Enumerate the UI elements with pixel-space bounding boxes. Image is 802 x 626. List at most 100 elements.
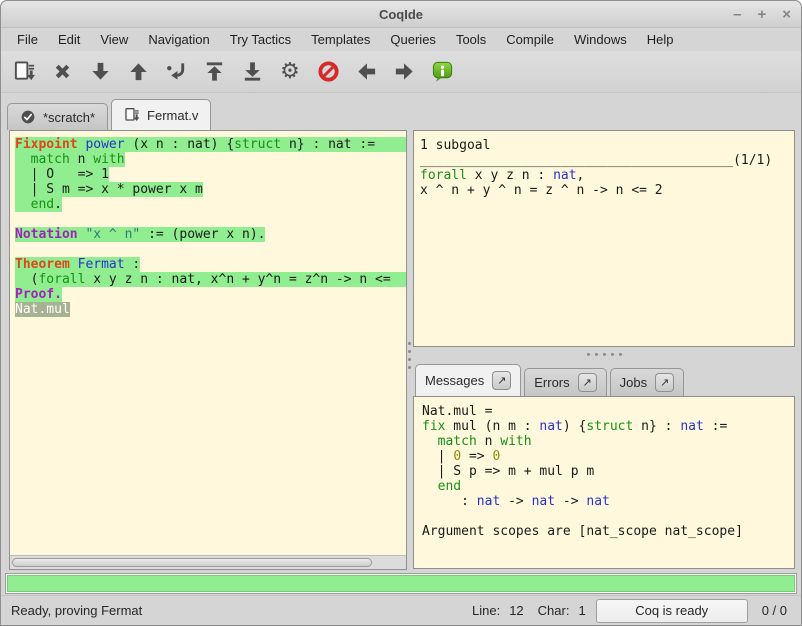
- tab-label: *scratch*: [43, 110, 95, 125]
- gear-button[interactable]: ⚙: [277, 59, 303, 85]
- tab-label: Fermat.v: [147, 108, 198, 123]
- horizontal-splitter[interactable]: [413, 348, 795, 360]
- save-icon: [13, 60, 36, 83]
- code-line: x ^ n + y ^ n = z ^ n -> n <= 2: [420, 183, 790, 198]
- menu-tools[interactable]: Tools: [446, 29, 496, 50]
- tab-label: Jobs: [620, 375, 647, 390]
- code-line: [15, 242, 406, 257]
- char-value: 1: [578, 603, 585, 618]
- progress-bar: [5, 573, 797, 594]
- menu-help[interactable]: Help: [637, 29, 684, 50]
- close-icon: [51, 60, 74, 83]
- window-title: CoqIde: [379, 7, 423, 22]
- goto-cursor-button[interactable]: [163, 59, 189, 85]
- interrupt-icon: [317, 60, 340, 83]
- coq-status-text: Coq is ready: [635, 603, 708, 618]
- close-button[interactable]: [49, 59, 75, 85]
- code-line: Notation "x ^ n" := (power x n).: [15, 227, 406, 242]
- horizontal-scrollbar[interactable]: [10, 555, 406, 569]
- forward-button[interactable]: [391, 59, 417, 85]
- menu-edit[interactable]: Edit: [48, 29, 90, 50]
- code-line: Theorem Fermat :: [15, 257, 406, 272]
- code-line: match n with: [422, 434, 794, 449]
- menu-view[interactable]: View: [90, 29, 138, 50]
- interrupt-button[interactable]: [315, 59, 341, 85]
- code-line: Fixpoint power (x n : nat) {struct n} : …: [15, 137, 406, 152]
- goals-pane[interactable]: 1 subgoal_______________________________…: [413, 130, 795, 347]
- detach-icon[interactable]: ↗: [578, 373, 597, 392]
- menu-bar: FileEditViewNavigationTry TacticsTemplat…: [1, 28, 801, 51]
- code-line: | 0 => 0: [422, 449, 794, 464]
- script-pane: Fixpoint power (x n : nat) {struct n} : …: [9, 130, 407, 570]
- tab-errors[interactable]: Errors ↗: [524, 368, 606, 396]
- line-label: Line:: [472, 603, 500, 618]
- code-line: [15, 212, 406, 227]
- close-button[interactable]: ×: [782, 7, 791, 22]
- script-editor[interactable]: Fixpoint power (x n : nat) {struct n} : …: [10, 131, 406, 555]
- detach-icon[interactable]: ↗: [655, 373, 674, 392]
- arrow-down-button[interactable]: [87, 59, 113, 85]
- code-line: [422, 509, 794, 524]
- about-icon: [431, 60, 454, 83]
- coqide-window: CoqIde – + × FileEditViewNavigationTry T…: [0, 0, 802, 626]
- code-line: end: [422, 479, 794, 494]
- menu-navigation[interactable]: Navigation: [138, 29, 219, 50]
- code-line: | S p => m + mul p m: [422, 464, 794, 479]
- menu-windows[interactable]: Windows: [564, 29, 637, 50]
- menu-queries[interactable]: Queries: [380, 29, 446, 50]
- maximize-button[interactable]: +: [757, 7, 766, 22]
- code-line: (forall x y z n : nat, x^n + y^n = z^n -…: [15, 272, 406, 287]
- tab-messages[interactable]: Messages ↗: [415, 364, 521, 396]
- arrow-up-button[interactable]: [125, 59, 151, 85]
- tab-label: Messages: [425, 373, 484, 388]
- code-line: fix mul (n m : nat) {struct n} : nat :=: [422, 419, 794, 434]
- coq-status-box[interactable]: Coq is ready: [596, 599, 748, 623]
- code-line: 1 subgoal: [420, 138, 790, 153]
- goto-start-icon: [203, 60, 226, 83]
- detach-icon[interactable]: ↗: [492, 371, 511, 390]
- code-line: Argument scopes are [nat_scope nat_scope…: [422, 524, 794, 539]
- scrollbar-thumb[interactable]: [12, 558, 372, 567]
- check-circle-icon: [20, 109, 36, 125]
- back-icon: [355, 60, 378, 83]
- code-line: Nat.mul =: [422, 404, 794, 419]
- tab-scratch[interactable]: *scratch*: [7, 103, 108, 130]
- menu-templates[interactable]: Templates: [301, 29, 380, 50]
- arrow-down-icon: [89, 60, 112, 83]
- editor-tab-bar: *scratch* Fermat.v: [1, 93, 801, 130]
- tab-label: Errors: [534, 375, 569, 390]
- goto-end-icon: [241, 60, 264, 83]
- code-line: : nat -> nat -> nat: [422, 494, 794, 509]
- gear-icon: ⚙: [280, 61, 300, 83]
- messages-pane[interactable]: Nat.mul =fix mul (n m : nat) {struct n} …: [413, 396, 795, 569]
- vertical-splitter[interactable]: [406, 337, 413, 373]
- minimize-button[interactable]: –: [733, 7, 741, 22]
- code-line: match n with: [15, 152, 406, 167]
- arrow-up-icon: [127, 60, 150, 83]
- code-line: | O => 1: [15, 167, 406, 182]
- about-button[interactable]: [429, 59, 455, 85]
- code-line: Proof.: [15, 287, 406, 302]
- title-bar[interactable]: CoqIde – + ×: [1, 1, 801, 28]
- window-controls: – + ×: [733, 1, 791, 28]
- forward-icon: [393, 60, 416, 83]
- code-line: ________________________________________…: [420, 153, 790, 168]
- goto-start-button[interactable]: [201, 59, 227, 85]
- menu-try-tactics[interactable]: Try Tactics: [220, 29, 301, 50]
- back-button[interactable]: [353, 59, 379, 85]
- char-label: Char:: [538, 603, 570, 618]
- doc-save-icon: [124, 107, 140, 123]
- goto-end-button[interactable]: [239, 59, 265, 85]
- line-value: 12: [509, 603, 523, 618]
- code-line: | S m => x * power x m: [15, 182, 406, 197]
- progress-fill: [7, 575, 795, 592]
- status-bar: Ready, proving Fermat Line: 12 Char: 1 C…: [1, 595, 801, 625]
- menu-file[interactable]: File: [7, 29, 48, 50]
- task-counter: 0 / 0: [762, 603, 787, 618]
- tab-fermatv[interactable]: Fermat.v: [111, 99, 211, 130]
- code-line: end.: [15, 197, 406, 212]
- menu-compile[interactable]: Compile: [496, 29, 564, 50]
- save-button[interactable]: [11, 59, 37, 85]
- messages-tab-bar: Messages ↗ Errors ↗ Jobs ↗: [413, 361, 795, 396]
- tab-jobs[interactable]: Jobs ↗: [610, 368, 684, 396]
